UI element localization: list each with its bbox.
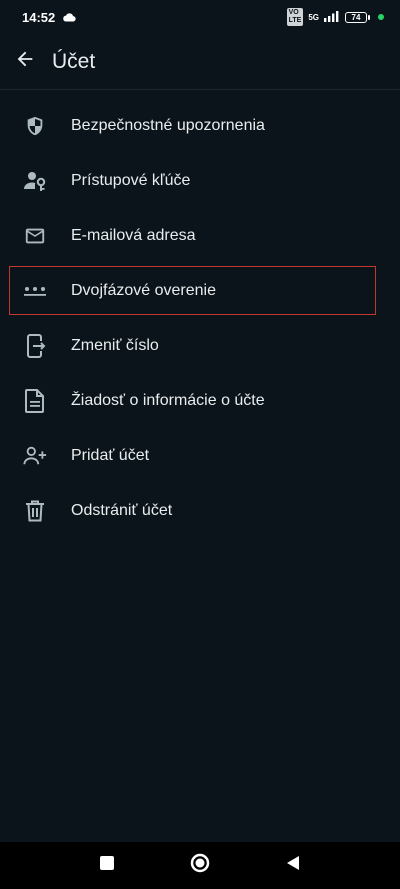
person-key-icon xyxy=(23,169,47,193)
home-button[interactable] xyxy=(180,846,220,886)
dots-icon xyxy=(23,279,47,303)
account-settings-screen: 14:52 VO LTE 5G 74 Účet Bezpečnostné upo… xyxy=(0,0,400,889)
menu-item-add-account[interactable]: Pridať účet xyxy=(0,428,400,483)
status-time: 14:52 xyxy=(22,9,56,25)
recents-button[interactable] xyxy=(87,846,127,886)
cloud-icon xyxy=(62,10,76,25)
shield-icon xyxy=(23,114,47,138)
page-title: Účet xyxy=(52,49,96,73)
menu-item-passkeys[interactable]: Prístupové kľúče xyxy=(0,153,400,208)
privacy-indicator-dot xyxy=(378,14,384,20)
system-nav-bar xyxy=(0,842,400,889)
signal-icon xyxy=(324,10,340,25)
triangle-back-icon xyxy=(286,855,300,876)
circle-icon xyxy=(190,853,210,878)
menu-item-label: Odstrániť účet xyxy=(71,501,173,519)
phone-transfer-icon xyxy=(23,333,47,358)
app-bar: Účet xyxy=(0,34,400,90)
account-menu-list: Bezpečnostné upozornenia Prístupové kľúč… xyxy=(0,98,400,538)
menu-item-label: E-mailová adresa xyxy=(71,226,196,244)
menu-item-change-number[interactable]: Zmeniť číslo xyxy=(0,318,400,373)
battery-icon: 74 xyxy=(345,11,370,23)
status-bar: 14:52 VO LTE 5G 74 xyxy=(0,0,400,34)
menu-item-email-address[interactable]: E-mailová adresa xyxy=(0,208,400,263)
battery-level: 74 xyxy=(351,12,361,22)
network-indicator: 5G xyxy=(308,13,319,22)
document-icon xyxy=(23,388,47,413)
volte-badge: VO LTE xyxy=(286,8,304,26)
menu-item-two-step-verification[interactable]: Dvojfázové overenie xyxy=(0,263,400,318)
menu-item-label: Dvojfázové overenie xyxy=(71,281,216,299)
network-label: 5G xyxy=(308,12,319,22)
menu-item-label: Žiadosť o informácie o účte xyxy=(71,391,265,409)
back-nav-button[interactable] xyxy=(273,846,313,886)
arrow-left-icon xyxy=(14,48,36,75)
back-button[interactable] xyxy=(1,38,49,86)
menu-item-label: Bezpečnostné upozornenia xyxy=(71,116,265,134)
add-person-icon xyxy=(23,444,47,468)
mail-icon xyxy=(23,224,47,248)
menu-item-request-account-info[interactable]: Žiadosť o informácie o účte xyxy=(0,373,400,428)
menu-item-delete-account[interactable]: Odstrániť účet xyxy=(0,483,400,538)
trash-icon xyxy=(23,499,47,523)
menu-item-security-notifications[interactable]: Bezpečnostné upozornenia xyxy=(0,98,400,153)
menu-item-label: Zmeniť číslo xyxy=(71,336,159,354)
square-icon xyxy=(99,856,114,875)
menu-item-label: Pridať účet xyxy=(71,446,150,464)
menu-item-label: Prístupové kľúče xyxy=(71,171,191,189)
